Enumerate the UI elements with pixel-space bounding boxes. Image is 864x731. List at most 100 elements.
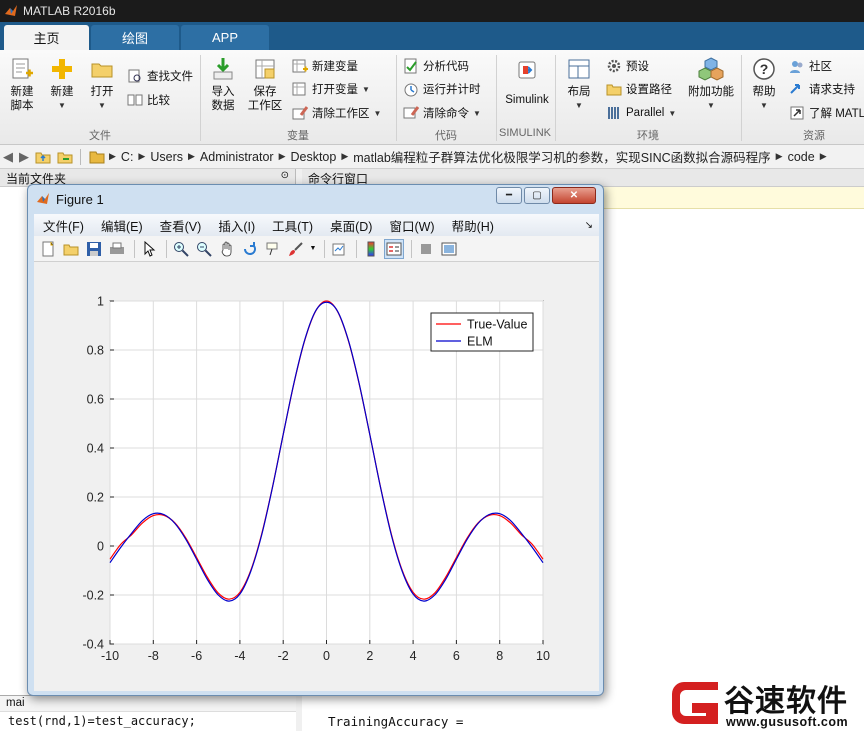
y-tick-label: -0.2 xyxy=(82,589,104,603)
menu-tools[interactable]: 工具(T) xyxy=(272,216,313,235)
minimize-icon: ━ xyxy=(505,190,513,201)
figure-window[interactable]: Figure 1 ━ ▢ ✕ 文件(F) 编辑(E) 查看(V) 插入(I) 工… xyxy=(27,184,604,696)
clear-workspace-icon xyxy=(292,106,308,120)
menu-window[interactable]: 窗口(W) xyxy=(389,216,434,235)
pan-icon[interactable] xyxy=(217,239,237,259)
open-dropdown-icon: ▼ xyxy=(98,101,106,110)
open-icon[interactable] xyxy=(61,239,81,259)
save-workspace-button[interactable]: 保存 工作区 xyxy=(246,56,284,113)
tab-plots[interactable]: 绘图 xyxy=(91,25,179,50)
simulink-label: Simulink xyxy=(505,94,549,106)
breadcrumb-separator-icon: ▶ xyxy=(188,151,195,161)
dock-arrow-icon[interactable]: ↘ xyxy=(585,220,593,231)
community-button[interactable]: 社区 xyxy=(789,56,832,76)
pointer-icon[interactable] xyxy=(139,239,159,259)
command-output-line: TrainingAccuracy = xyxy=(328,714,464,729)
breadcrumb-code[interactable]: code xyxy=(788,150,815,164)
legend[interactable]: True-Value ELM xyxy=(430,312,534,352)
breadcrumb-drive[interactable]: C: xyxy=(121,150,134,164)
print-icon[interactable] xyxy=(107,239,127,259)
group-variable-label: 变量 xyxy=(287,130,309,142)
open-label: 打开 xyxy=(90,86,114,98)
find-files-icon xyxy=(128,69,141,83)
toolbar-divider xyxy=(356,239,357,258)
open-variable-button[interactable]: 打开变量 ▼ xyxy=(292,79,370,99)
layout-button[interactable]: 布局 ▼ xyxy=(563,56,595,113)
colorbar-icon[interactable] xyxy=(361,239,381,259)
toolbar-divider xyxy=(324,239,325,258)
import-data-button[interactable]: 导入 数据 xyxy=(206,56,240,113)
back-arrow-icon[interactable]: ◀ xyxy=(3,149,13,165)
breadcrumb-desktop[interactable]: Desktop xyxy=(290,150,336,164)
breadcrumb-users[interactable]: Users xyxy=(150,150,183,164)
open-button[interactable]: 打开 ▼ xyxy=(86,56,118,113)
parallel-button[interactable]: Parallel ▼ xyxy=(606,103,676,123)
link-icon[interactable] xyxy=(329,239,349,259)
layout-dropdown-icon: ▼ xyxy=(575,101,583,110)
compare-button[interactable]: 比较 xyxy=(127,90,170,110)
show-plot-tools-icon[interactable] xyxy=(439,239,459,259)
parallel-icon xyxy=(608,107,619,119)
analyze-code-button[interactable]: 分析代码 xyxy=(403,56,469,76)
figure-canvas[interactable]: -10 -8 -6 -4 -2 0 2 4 6 8 10 -0.4 -0.2 0 0.2 0.4 0.6 0.8 1… xyxy=(34,262,599,691)
menu-help[interactable]: 帮助(H) xyxy=(452,216,494,235)
preferences-button[interactable]: 预设 xyxy=(606,56,649,76)
import-data-label: 导入 数据 xyxy=(211,86,235,112)
save-icon[interactable] xyxy=(84,239,104,259)
menu-desktop[interactable]: 桌面(D) xyxy=(330,216,372,235)
maximize-button[interactable]: ▢ xyxy=(524,187,550,204)
new-script-button[interactable]: 新建 脚本 xyxy=(6,56,38,113)
menu-view[interactable]: 查看(V) xyxy=(160,216,202,235)
set-path-button[interactable]: 设置路径 xyxy=(606,79,672,99)
data-cursor-icon[interactable] xyxy=(263,239,283,259)
details-panel: mai test(rnd,1)=test_accuracy; xyxy=(0,695,296,731)
browse-folder-icon[interactable] xyxy=(57,149,73,165)
y-tick-label: 0.6 xyxy=(87,393,104,407)
new-button[interactable]: 新建 ▼ xyxy=(46,56,78,113)
find-files-button[interactable]: 查找文件 xyxy=(127,66,193,86)
x-tick-label: -6 xyxy=(191,649,202,663)
address-divider xyxy=(80,148,81,165)
menu-insert[interactable]: 插入(I) xyxy=(218,216,255,235)
run-and-time-button[interactable]: 运行并计时 xyxy=(403,79,481,99)
breadcrumb-separator-icon: ▶ xyxy=(775,151,783,161)
request-support-button[interactable]: 请求支持 xyxy=(789,79,855,99)
current-folder-address-bar: ◀ ▶ ▶ C: ▶ Users ▶ Administrator ▶ Deskt… xyxy=(0,145,864,169)
minimize-button[interactable]: ━ xyxy=(496,187,522,204)
menu-edit[interactable]: 编辑(E) xyxy=(101,216,143,235)
close-button[interactable]: ✕ xyxy=(552,187,596,204)
clear-commands-button[interactable]: 清除命令 ▼ xyxy=(403,103,481,123)
learn-matlab-button[interactable]: 了解 MATL xyxy=(789,103,864,123)
support-icon xyxy=(790,84,800,94)
tab-home[interactable]: 主页 xyxy=(4,25,89,50)
zoom-in-icon[interactable] xyxy=(171,239,191,259)
brush-dropdown-icon[interactable]: ▼ xyxy=(309,239,317,259)
forward-arrow-icon[interactable]: ▶ xyxy=(19,149,29,165)
help-button[interactable]: ? 帮助 ▼ xyxy=(748,56,780,113)
line-chart[interactable]: -10 -8 -6 -4 -2 0 2 4 6 8 10-0.4-0.200.20.40.60.81… xyxy=(34,262,599,691)
panel-menu-icon[interactable]: ⊙ xyxy=(281,170,289,185)
clear-workspace-button[interactable]: 清除工作区 ▼ xyxy=(292,103,381,123)
zoom-out-icon[interactable] xyxy=(194,239,214,259)
figure-title: Figure 1 xyxy=(56,191,104,207)
run-time-icon xyxy=(404,83,418,97)
hide-plot-tools-icon[interactable] xyxy=(416,239,436,259)
compare-icon xyxy=(127,94,143,106)
menu-file[interactable]: 文件(F) xyxy=(43,216,84,235)
breadcrumb-administrator[interactable]: Administrator xyxy=(200,150,274,164)
maximize-icon: ▢ xyxy=(532,190,542,201)
new-figure-icon[interactable] xyxy=(38,239,58,259)
new-label: 新建 xyxy=(50,86,74,98)
rotate-icon[interactable] xyxy=(240,239,260,259)
simulink-button[interactable]: Simulink xyxy=(502,58,552,107)
simulink-icon xyxy=(518,61,536,79)
new-variable-button[interactable]: 新建变量 xyxy=(292,56,358,76)
x-tick-label: 0 xyxy=(323,649,330,663)
add-ons-button[interactable]: 附加功能 ▼ xyxy=(686,56,736,113)
brush-icon[interactable] xyxy=(286,239,306,259)
legend-icon[interactable] xyxy=(384,238,404,259)
breadcrumb-project-folder[interactable]: matlab编程粒子群算法优化极限学习机的参数，实现SINC函数拟合源码程序 xyxy=(353,147,770,166)
up-folder-icon[interactable] xyxy=(35,149,51,165)
breadcrumb-separator-icon: ▶ xyxy=(819,151,827,161)
tab-apps[interactable]: APP xyxy=(181,25,269,50)
